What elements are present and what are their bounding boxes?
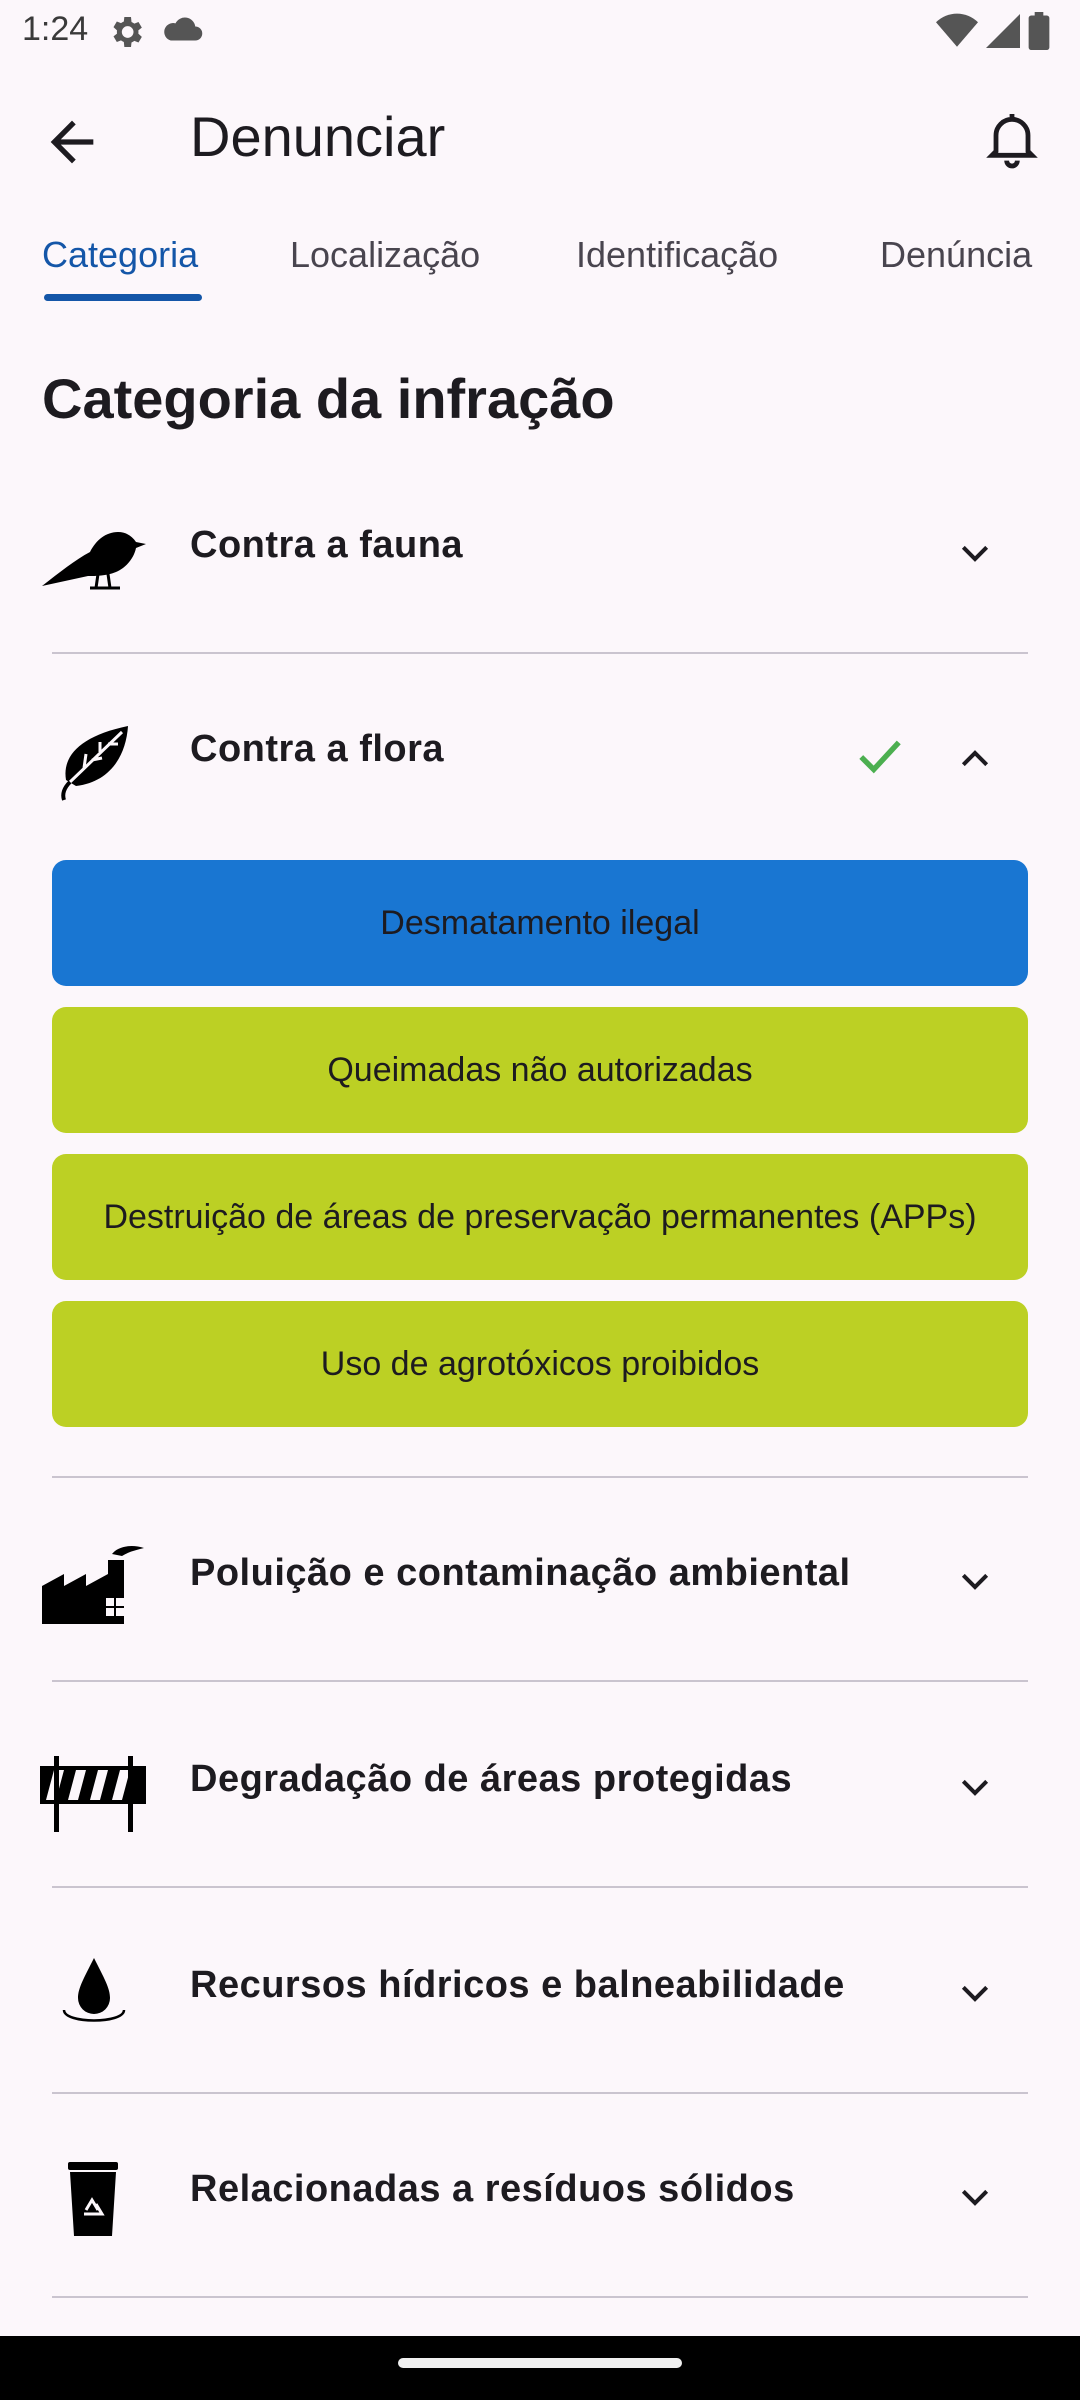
option-desmatamento-ilegal[interactable]: Desmatamento ilegal	[52, 860, 1028, 986]
category-residuos-solidos[interactable]: Relacionadas a resíduos sólidos	[0, 2122, 1080, 2272]
category-label: Contra a flora	[190, 728, 445, 770]
chevron-up-icon[interactable]	[950, 738, 1000, 778]
chevron-down-icon[interactable]	[950, 1974, 1000, 2014]
section-title: Categoria da infração	[42, 367, 615, 430]
leaf-icon	[40, 716, 150, 806]
tab-identificacao[interactable]: Identificação	[576, 234, 778, 276]
status-time: 1:24	[22, 10, 89, 48]
category-label: Poluição e contaminação ambiental	[190, 1552, 851, 1594]
divider	[52, 2092, 1028, 2094]
barrier-icon	[40, 1746, 150, 1836]
tab-localizacao[interactable]: Localização	[290, 234, 480, 276]
category-flora[interactable]: Contra a flora	[0, 682, 1080, 832]
arrow-back-icon	[40, 120, 104, 178]
back-button[interactable]	[40, 110, 104, 174]
status-bar: 1:24	[0, 0, 1080, 64]
tab-categoria[interactable]: Categoria	[42, 234, 198, 276]
tab-denuncia[interactable]: Denúncia	[880, 234, 1032, 276]
factory-icon	[40, 1540, 150, 1630]
status-right-icons	[936, 12, 1050, 55]
chevron-down-icon[interactable]	[950, 2178, 1000, 2218]
check-icon	[852, 732, 908, 782]
chevron-down-icon[interactable]	[950, 1768, 1000, 1808]
divider	[52, 2296, 1028, 2298]
category-label: Relacionadas a resíduos sólidos	[190, 2168, 795, 2210]
category-degradacao[interactable]: Degradação de áreas protegidas	[0, 1712, 1080, 1862]
category-fauna[interactable]: Contra a fauna	[0, 478, 1080, 628]
category-label: Contra a fauna	[190, 524, 464, 566]
recycle-bin-icon	[40, 2156, 150, 2246]
cloud-icon	[162, 14, 204, 51]
divider	[52, 652, 1028, 654]
app-bar: Denunciar	[0, 70, 1080, 200]
chevron-down-icon[interactable]	[950, 1562, 1000, 1602]
option-agrotoxicos[interactable]: Uso de agrotóxicos proibidos	[52, 1301, 1028, 1427]
chevron-down-icon[interactable]	[950, 534, 1000, 574]
divider	[52, 1476, 1028, 1478]
home-gesture-handle[interactable]	[398, 2358, 682, 2368]
wifi-icon	[936, 13, 978, 54]
system-navigation-bar	[0, 2336, 1080, 2400]
bird-icon	[40, 512, 150, 602]
cell-signal-icon	[986, 13, 1020, 54]
option-destruicao-apps[interactable]: Destruição de áreas de preservação perma…	[52, 1154, 1028, 1280]
tab-active-indicator	[44, 294, 202, 301]
battery-icon	[1028, 12, 1050, 55]
divider	[52, 1886, 1028, 1888]
category-poluicao[interactable]: Poluição e contaminação ambiental	[0, 1506, 1080, 1656]
notifications-button[interactable]	[980, 106, 1050, 176]
settings-gear-icon	[106, 12, 146, 57]
divider	[52, 1680, 1028, 1682]
category-label: Recursos hídricos e balneabilidade	[190, 1964, 845, 2006]
step-tabs: Categoria Localização Identificação Denú…	[0, 220, 1080, 310]
category-recursos-hidricos[interactable]: Recursos hídricos e balneabilidade	[0, 1918, 1080, 2068]
notifications-bell-icon	[980, 114, 1044, 174]
page-title: Denunciar	[190, 105, 446, 168]
option-queimadas[interactable]: Queimadas não autorizadas	[52, 1007, 1028, 1133]
water-drop-icon	[40, 1952, 150, 2042]
category-label: Degradação de áreas protegidas	[190, 1758, 793, 1800]
